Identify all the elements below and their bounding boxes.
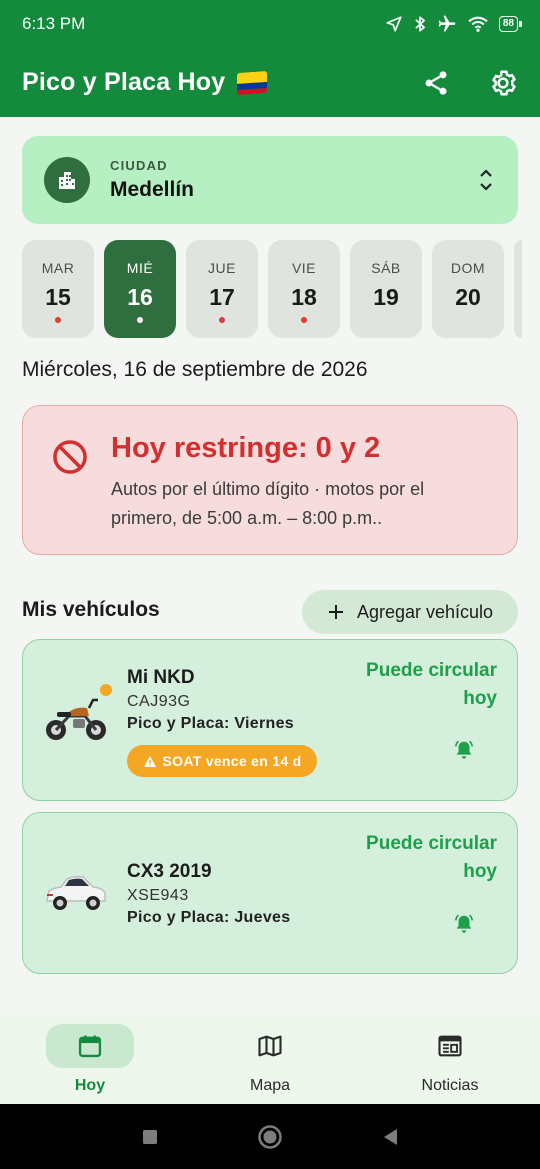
share-icon[interactable]	[422, 69, 450, 97]
settings-gear-icon[interactable]	[488, 68, 518, 98]
day-name: VIE	[291, 260, 317, 276]
day-chip[interactable]: JUE 17	[186, 240, 258, 338]
location-arrow-icon	[386, 16, 402, 32]
day-number: 20	[455, 284, 481, 310]
calendar-icon	[78, 1035, 102, 1058]
soat-warning-text: SOAT vence en 14 d	[162, 753, 302, 769]
day-number: 17	[209, 284, 235, 310]
warning-icon	[143, 755, 156, 767]
nav-label: Noticias	[421, 1077, 479, 1094]
car-icon	[46, 876, 106, 910]
city-selector[interactable]: CIUDAD Medellín	[22, 136, 518, 224]
day-strip: MAR 15 MIÉ 16 JUE 17 VIE 18 SÁB 19 DOM 20	[22, 240, 540, 340]
nav-tab-noticias[interactable]: Noticias	[360, 1015, 540, 1104]
vehicle-pico-placa: Pico y Placa: Jueves	[127, 909, 291, 926]
status-bar: 6:13 PM 88	[0, 0, 540, 48]
vehicle-name: Mi NKD	[127, 667, 195, 688]
day-number: 18	[291, 284, 317, 310]
notification-bell-icon[interactable]	[453, 738, 475, 762]
city-value: Medellín	[110, 178, 195, 201]
day-chip[interactable]: SÁB 19	[350, 240, 422, 338]
back-triangle-icon[interactable]	[381, 1127, 399, 1147]
day-chip-partial[interactable]	[514, 240, 522, 338]
status-icons: 88	[385, 14, 523, 34]
day-number: 15	[45, 284, 71, 310]
day-chip[interactable]: DOM 20	[432, 240, 504, 338]
newspaper-icon	[438, 1035, 462, 1057]
plus-icon	[328, 605, 343, 619]
vehicle-card[interactable]: CX3 2019 XSE943 Pico y Placa: Jueves Pue…	[22, 812, 518, 974]
vehicles-heading: Mis vehículos	[22, 598, 160, 621]
soat-warning-badge: SOAT vence en 14 d	[127, 745, 317, 777]
nav-label: Mapa	[249, 1077, 291, 1094]
day-name: MIÉ	[126, 260, 154, 276]
day-number: 19	[373, 284, 399, 310]
motorcycle-icon	[46, 698, 106, 740]
add-vehicle-button[interactable]: Agregar vehículo	[302, 590, 518, 634]
map-icon	[258, 1035, 282, 1057]
app-bar: Pico y Placa Hoy	[0, 48, 540, 117]
bluetooth-icon	[415, 16, 425, 32]
nav-tab-hoy[interactable]: Hoy	[0, 1015, 180, 1104]
selected-dot	[137, 317, 143, 323]
bottom-navigation: Hoy Mapa Noticias	[0, 1015, 540, 1104]
date-heading: Miércoles, 16 de septiembre de 2026	[22, 358, 368, 381]
day-name: DOM	[450, 260, 486, 276]
vehicle-status: Puede circular hoy	[366, 833, 497, 882]
restriction-title: Hoy restringe: 0 y 2	[111, 432, 381, 464]
colombia-flag-icon	[237, 70, 268, 95]
nav-label: Hoy	[74, 1077, 106, 1094]
system-navigation-bar	[0, 1104, 540, 1169]
block-icon	[53, 440, 87, 474]
status-time: 6:13 PM	[22, 14, 86, 33]
vehicle-pico-placa: Pico y Placa: Viernes	[127, 715, 294, 732]
day-name: SÁB	[371, 260, 401, 276]
vehicle-plate: XSE943	[127, 887, 189, 904]
home-circle-icon[interactable]	[257, 1124, 283, 1150]
day-chip[interactable]: VIE 18	[268, 240, 340, 338]
notification-bell-icon[interactable]	[453, 912, 475, 936]
day-number: 16	[127, 284, 153, 310]
nav-tab-mapa[interactable]: Mapa	[180, 1015, 360, 1104]
vehicle-plate: CAJ93G	[127, 693, 191, 710]
vehicle-card[interactable]: Mi NKD CAJ93G Pico y Placa: Viernes SOAT…	[22, 639, 518, 801]
day-chip[interactable]: MAR 15	[22, 240, 94, 338]
alert-dot	[100, 684, 112, 696]
restriction-description: Autos por el último dígito · motos por e…	[111, 479, 425, 528]
restriction-dot	[301, 317, 307, 323]
restriction-card: Hoy restringe: 0 y 2 Autos por el último…	[22, 405, 518, 555]
restriction-dot	[219, 317, 225, 323]
city-buildings-icon	[44, 157, 90, 203]
add-vehicle-label: Agregar vehículo	[356, 601, 494, 622]
city-label: CIUDAD	[110, 158, 168, 173]
day-chip-selected[interactable]: MIÉ 16	[104, 240, 176, 338]
wifi-icon	[468, 16, 488, 32]
day-name: MAR	[41, 260, 75, 276]
vehicle-status: Puede circular hoy	[366, 660, 497, 709]
battery-icon: 88	[498, 16, 523, 32]
restriction-dot	[55, 317, 61, 323]
recents-square-icon[interactable]	[141, 1128, 159, 1146]
day-name: JUE	[208, 260, 236, 276]
app-title: Pico y Placa Hoy	[22, 68, 226, 96]
unfold-chevron-icon	[480, 169, 492, 191]
vehicle-name: CX3 2019	[127, 861, 212, 882]
airplane-icon	[438, 15, 456, 32]
